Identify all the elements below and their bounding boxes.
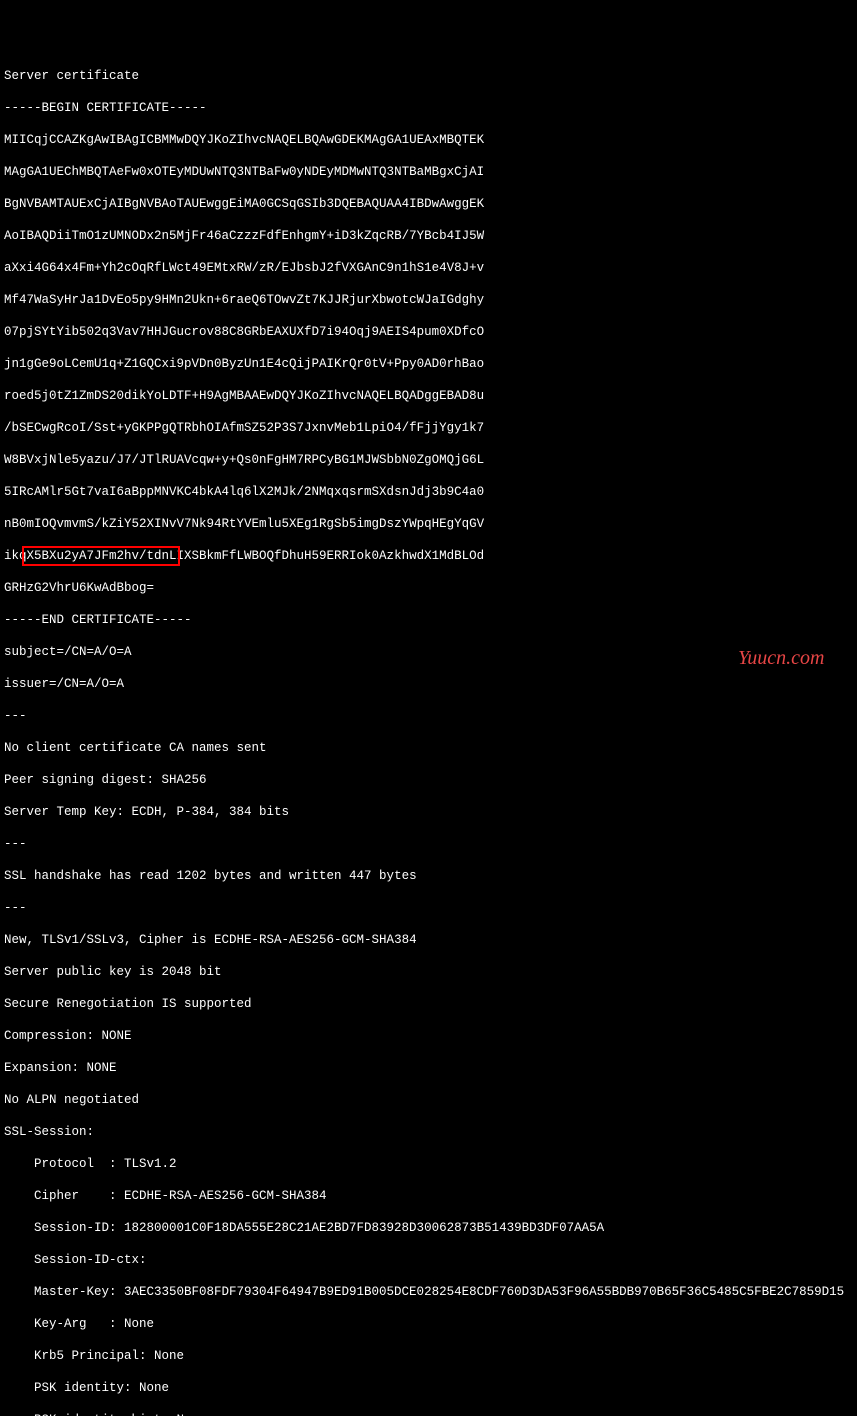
cert-line: /bSECwgRcoI/Sst+yGKPPgQTRbhOIAfmSZ52P3S7…	[4, 420, 857, 436]
compression-info: Compression: NONE	[4, 1028, 857, 1044]
secure-renegotiation: Secure Renegotiation IS supported	[4, 996, 857, 1012]
session-cipher: Cipher : ECDHE-RSA-AES256-GCM-SHA384	[4, 1188, 857, 1204]
separator: ---	[4, 708, 857, 724]
cert-line: W8BVxjNle5yazu/J7/JTlRUAVcqw+y+Qs0nFgHM7…	[4, 452, 857, 468]
peer-signing-digest: Peer signing digest: SHA256	[4, 772, 857, 788]
end-certificate-marker: -----END CERTIFICATE-----	[4, 612, 857, 628]
no-client-cert: No client certificate CA names sent	[4, 740, 857, 756]
cipher-suite-info: New, TLSv1/SSLv3, Cipher is ECDHE-RSA-AE…	[4, 932, 857, 948]
cert-line: MIICqjCCAZKgAwIBAgICBMMwDQYJKoZIhvcNAQEL…	[4, 132, 857, 148]
ssl-handshake-info: SSL handshake has read 1202 bytes and wr…	[4, 868, 857, 884]
separator: ---	[4, 900, 857, 916]
cert-line: 07pjSYtYib502q3Vav7HHJGucrov88C8GRbEAXUX…	[4, 324, 857, 340]
cert-line: AoIBAQDiiTmO1zUMNODx2n5MjFr46aCzzzFdfEnh…	[4, 228, 857, 244]
master-key: Master-Key: 3AEC3350BF08FDF79304F64947B9…	[4, 1284, 857, 1300]
cert-line: nB0mIOQvmvmS/kZiY52XINvV7Nk94RtYVEmlu5XE…	[4, 516, 857, 532]
krb5-principal: Krb5 Principal: None	[4, 1348, 857, 1364]
psk-identity-hint: PSK identity hint: None	[4, 1412, 857, 1416]
cert-line: MAgGA1UEChMBQTAeFw0xOTEyMDUwNTQ3NTBaFw0y…	[4, 164, 857, 180]
cert-line: jn1gGe9oLCemU1q+Z1GQCxi9pVDn0ByzUn1E4cQi…	[4, 356, 857, 372]
subject-line: subject=/CN=A/O=A	[4, 644, 857, 660]
cert-line: BgNVBAMTAUExCjAIBgNVBAoTAUEwggEiMA0GCSqG…	[4, 196, 857, 212]
begin-certificate-marker: -----BEGIN CERTIFICATE-----	[4, 100, 857, 116]
cert-line: 5IRcAMlr5Gt7vaI6aBppMNVKC4bkA4lq6lX2MJk/…	[4, 484, 857, 500]
public-key-info: Server public key is 2048 bit	[4, 964, 857, 980]
cert-line: Mf47WaSyHrJa1DvEo5py9HMn2Ukn+6raeQ6TOwvZ…	[4, 292, 857, 308]
psk-identity: PSK identity: None	[4, 1380, 857, 1396]
session-protocol: Protocol : TLSv1.2	[4, 1156, 857, 1172]
expansion-info: Expansion: NONE	[4, 1060, 857, 1076]
ssl-session-header: SSL-Session:	[4, 1124, 857, 1140]
cert-line: ikqX5BXu2yA7JFm2hv/tdnLIXSBkmFfLWBOQfDhu…	[4, 548, 857, 564]
key-arg: Key-Arg : None	[4, 1316, 857, 1332]
cert-line: aXxi4G64x4Fm+Yh2cOqRfLWct49EMtxRW/zR/EJb…	[4, 260, 857, 276]
alpn-info: No ALPN negotiated	[4, 1092, 857, 1108]
issuer-line: issuer=/CN=A/O=A	[4, 676, 857, 692]
cert-line: GRHzG2VhrU6KwAdBbog=	[4, 580, 857, 596]
server-temp-key: Server Temp Key: ECDH, P-384, 384 bits	[4, 804, 857, 820]
server-certificate-header: Server certificate	[4, 68, 857, 84]
session-id: Session-ID: 182800001C0F18DA555E28C21AE2…	[4, 1220, 857, 1236]
cert-line: roed5j0tZ1ZmDS20dikYoLDTF+H9AgMBAAEwDQYJ…	[4, 388, 857, 404]
session-id-ctx: Session-ID-ctx:	[4, 1252, 857, 1268]
watermark-text: Yuucn.com	[738, 650, 824, 666]
separator: ---	[4, 836, 857, 852]
